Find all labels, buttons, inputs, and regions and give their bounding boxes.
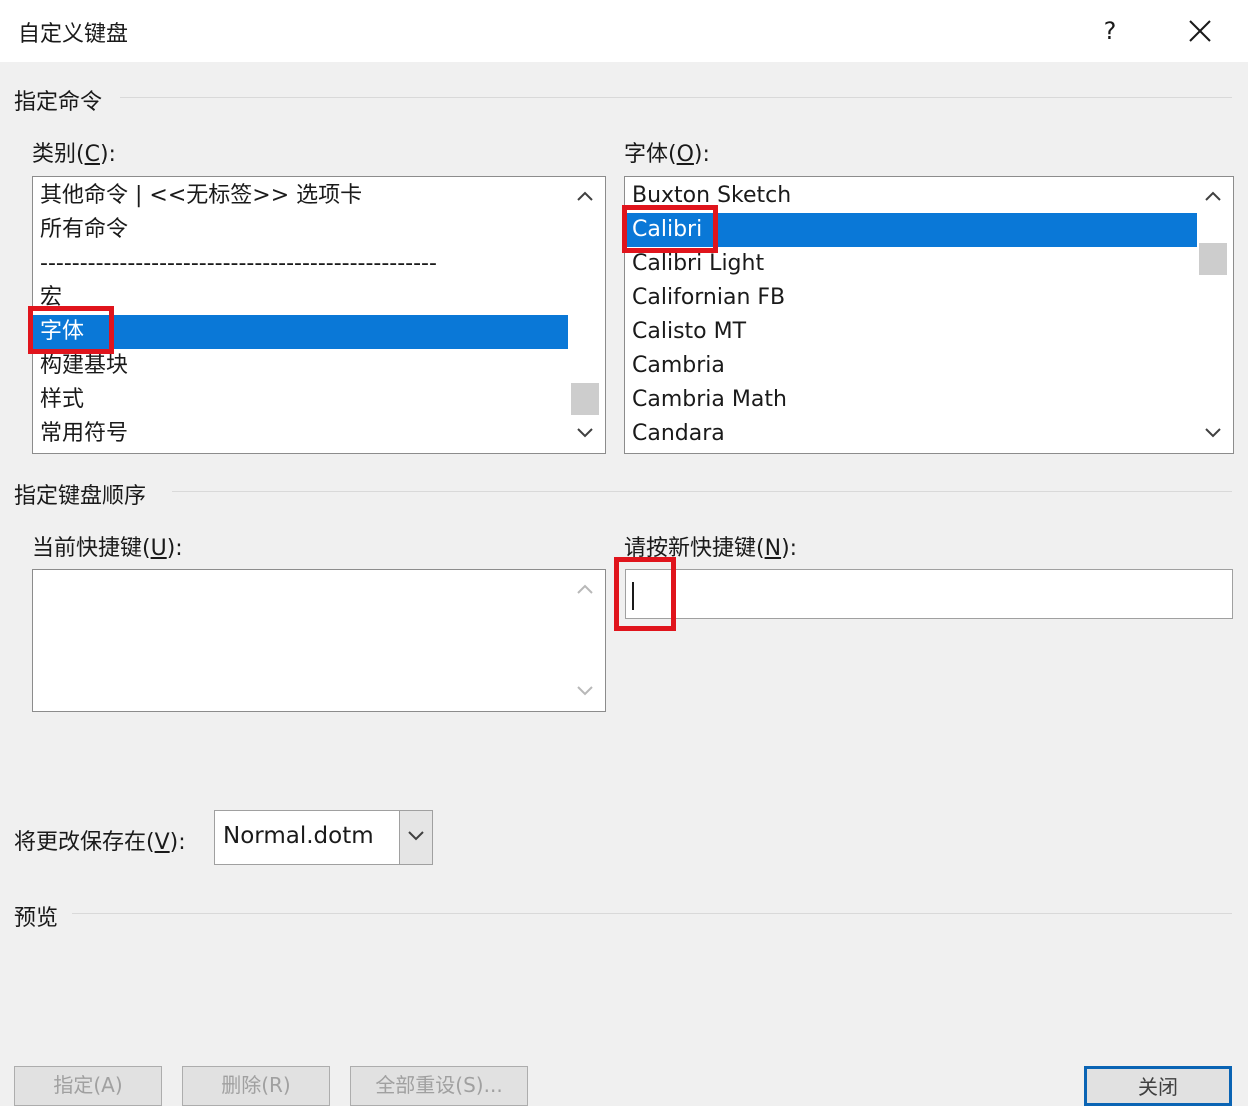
- keyboard-group-divider: [172, 491, 1232, 492]
- close-button[interactable]: [1176, 8, 1224, 54]
- command-group-divider: [120, 97, 1232, 98]
- save-in-dropdown-button[interactable]: [399, 811, 432, 864]
- current-keys-scrollbar: [570, 570, 600, 711]
- category-item[interactable]: 构建基块: [33, 349, 573, 383]
- chevron-down-icon: [1205, 428, 1221, 438]
- save-in-value: Normal.dotm: [223, 823, 374, 849]
- font-item[interactable]: Cambria Math: [625, 383, 1195, 417]
- fonts-scroll-up[interactable]: [1198, 180, 1228, 214]
- command-group-label: 指定命令: [14, 90, 103, 115]
- fonts-scrollbar[interactable]: [1198, 177, 1228, 453]
- font-item[interactable]: Calibri Light: [625, 247, 1195, 281]
- save-in-label: 将更改保存在(V):: [14, 830, 186, 855]
- font-item[interactable]: Cambria: [625, 349, 1195, 383]
- categories-scroll-down[interactable]: [570, 417, 600, 451]
- categories-label: 类别(C):: [32, 142, 116, 167]
- category-item[interactable]: 样式: [33, 383, 573, 417]
- category-item[interactable]: 宏: [33, 281, 573, 315]
- font-item[interactable]: Candara: [625, 417, 1195, 451]
- reset-all-button[interactable]: 全部重设(S)...: [350, 1066, 528, 1106]
- dialog-title: 自定义键盘: [18, 22, 129, 47]
- close-icon: [1189, 20, 1211, 42]
- category-separator: ----------------------------------------…: [40, 251, 437, 276]
- text-caret: [632, 582, 634, 610]
- help-button[interactable]: ?: [1086, 8, 1134, 54]
- category-item[interactable]: 常用符号: [33, 417, 573, 451]
- categories-listbox[interactable]: 其他命令 | <<无标签>> 选项卡 所有命令 ----------------…: [32, 176, 606, 454]
- current-keys-label: 当前快捷键(U):: [32, 536, 183, 561]
- close-dialog-button[interactable]: 关闭: [1084, 1066, 1232, 1106]
- category-item[interactable]: 所有命令: [33, 213, 573, 247]
- fonts-scroll-down[interactable]: [1198, 417, 1228, 451]
- category-item-selected[interactable]: 字体: [33, 315, 568, 349]
- preview-group-label: 预览: [14, 906, 59, 931]
- current-keys-scroll-down: [570, 675, 600, 709]
- keyboard-group-label: 指定键盘顺序: [14, 484, 147, 509]
- chevron-down-icon: [577, 686, 593, 696]
- remove-button[interactable]: 删除(R): [182, 1066, 330, 1106]
- chevron-down-icon: [408, 831, 424, 841]
- chevron-up-icon: [577, 584, 593, 594]
- save-in-dropdown[interactable]: Normal.dotm: [214, 810, 433, 865]
- fonts-listbox[interactable]: Buxton Sketch Calibri Calibri Light Cali…: [624, 176, 1234, 454]
- categories-scroll-thumb[interactable]: [571, 383, 599, 415]
- preview-group-divider: [72, 913, 1232, 914]
- current-keys-scroll-up: [570, 573, 600, 607]
- new-key-label: 请按新快捷键(N):: [624, 536, 798, 561]
- font-item[interactable]: Californian FB: [625, 281, 1195, 315]
- chevron-up-icon: [1205, 191, 1221, 201]
- font-item[interactable]: Buxton Sketch: [625, 179, 1195, 213]
- chevron-up-icon: [577, 191, 593, 201]
- chevron-down-icon: [577, 428, 593, 438]
- fonts-scroll-thumb[interactable]: [1199, 243, 1227, 275]
- categories-scrollbar[interactable]: [570, 177, 600, 453]
- title-bar: 自定义键盘 ?: [0, 0, 1248, 62]
- font-item[interactable]: Calisto MT: [625, 315, 1195, 349]
- fonts-label: 字体(O):: [624, 142, 710, 167]
- current-keys-listbox[interactable]: [32, 569, 606, 712]
- category-item[interactable]: 其他命令 | <<无标签>> 选项卡: [33, 179, 573, 213]
- new-key-input[interactable]: [625, 569, 1233, 619]
- font-item-selected[interactable]: Calibri: [625, 213, 1197, 247]
- categories-scroll-up[interactable]: [570, 180, 600, 214]
- assign-button[interactable]: 指定(A): [14, 1066, 162, 1106]
